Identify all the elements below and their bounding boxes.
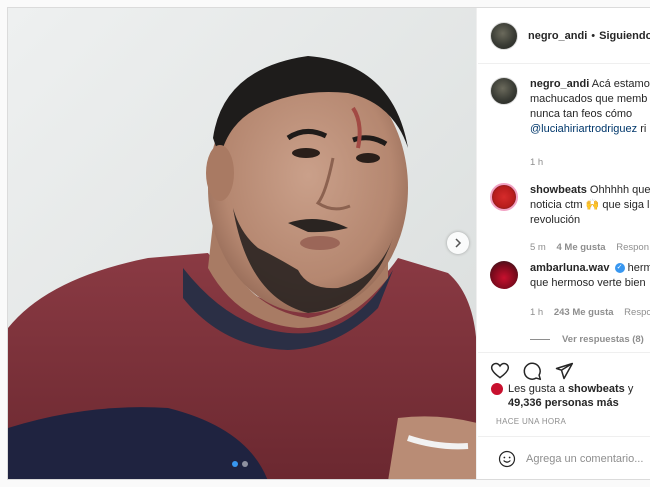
caption-meta: 1 h [530,157,543,168]
add-comment-bar[interactable]: Agrega un comentario... [478,436,650,479]
comment-line-2: noticia ctm 🙌 que siga l [530,199,650,211]
comment-item: ambarluna.wav ✓ herm que hermoso verte b… [490,261,650,336]
comment-time: 5 m [530,242,546,253]
comment-line-3: revolución [530,214,581,226]
comment-reply-button[interactable]: Respon [616,242,649,253]
liker-avatar[interactable] [490,382,504,397]
chevron-right-icon [455,238,462,248]
view-replies-button[interactable]: Ver respuestas (8) [530,334,644,345]
action-icons [490,361,574,381]
post-side-panel: negro_andi • Siguiendo negro_andi Acá es… [478,8,650,479]
carousel-dot [242,461,248,467]
post-header: negro_andi • Siguiendo [478,8,650,64]
caption-username[interactable]: negro_andi [530,78,589,90]
following-button[interactable]: Siguiendo [599,30,650,42]
carousel-indicator [232,461,248,467]
share-icon[interactable] [554,361,574,381]
post-timestamp: HACE UNA HORA [496,417,567,426]
likes-count[interactable]: 49,336 personas más [508,397,619,409]
likes-user[interactable]: showbeats [568,383,625,395]
comment-likes[interactable]: 243 Me gusta [554,307,614,318]
emoji-icon[interactable] [498,450,516,468]
commenter-avatar[interactable] [490,261,518,289]
caption-line-4-tail: ri [640,123,647,135]
view-replies-label: Ver respuestas (8) [562,334,644,345]
author-avatar[interactable] [490,21,518,50]
verified-badge-icon: ✓ [614,263,625,274]
caption: negro_andi Acá estamo machucados que mem… [490,77,650,177]
comment-item: showbeats Ohhhhh que noticia ctm 🙌 que s… [490,183,650,258]
comment-line-1: Ohhhhh que [589,184,650,196]
comment-meta: 1 h 243 Me gusta Respo [530,307,650,318]
comment-username[interactable]: ambarluna.wav [530,262,609,274]
caption-mention[interactable]: @luciahiriartrodriguez [530,123,637,135]
comments-list: negro_andi Acá estamo machucados que mem… [478,65,650,351]
page-frame: negro_andi • Siguiendo negro_andi Acá es… [0,0,650,487]
comment-icon[interactable] [522,361,542,381]
comment-input[interactable]: Agrega un comentario... [526,453,643,465]
separator-dot: • [591,29,596,42]
likes-mid: y [627,383,634,395]
replies-line [530,338,550,340]
comment-reply-button[interactable]: Respo [624,307,650,318]
caption-time: 1 h [530,157,544,168]
likes-prefix: Les gusta a [508,383,565,395]
carousel-dot-active [232,461,238,467]
post-photo [8,8,476,479]
author-username[interactable]: negro_andi [528,30,587,42]
caption-line-2: machucados que memb [530,93,648,105]
comment-meta: 5 m 4 Me gusta Respon [530,242,649,253]
post-container: negro_andi • Siguiendo negro_andi Acá es… [7,7,650,480]
commenter-avatar[interactable] [490,183,518,211]
comment-text: showbeats Ohhhhh que noticia ctm 🙌 que s… [530,183,650,228]
comment-text: ambarluna.wav ✓ herm que hermoso verte b… [530,261,650,291]
caption-text: negro_andi Acá estamo machucados que mem… [530,77,650,137]
likes-summary: Les gusta a showbeats y 49,336 personas … [490,382,633,410]
caption-avatar[interactable] [490,77,518,105]
comment-time: 1 h [530,307,544,318]
comment-likes[interactable]: 4 Me gusta [556,242,605,253]
comment-line-1: herm [627,262,650,274]
post-media[interactable] [8,8,477,479]
caption-line-1: Acá estamo [591,78,650,90]
next-slide-button[interactable] [447,232,469,254]
heart-icon[interactable] [490,361,510,381]
comment-line-2: que hermoso verte bien [530,277,646,289]
caption-line-3: nunca tan feos cómo [530,108,633,120]
comment-username[interactable]: showbeats [530,184,587,196]
